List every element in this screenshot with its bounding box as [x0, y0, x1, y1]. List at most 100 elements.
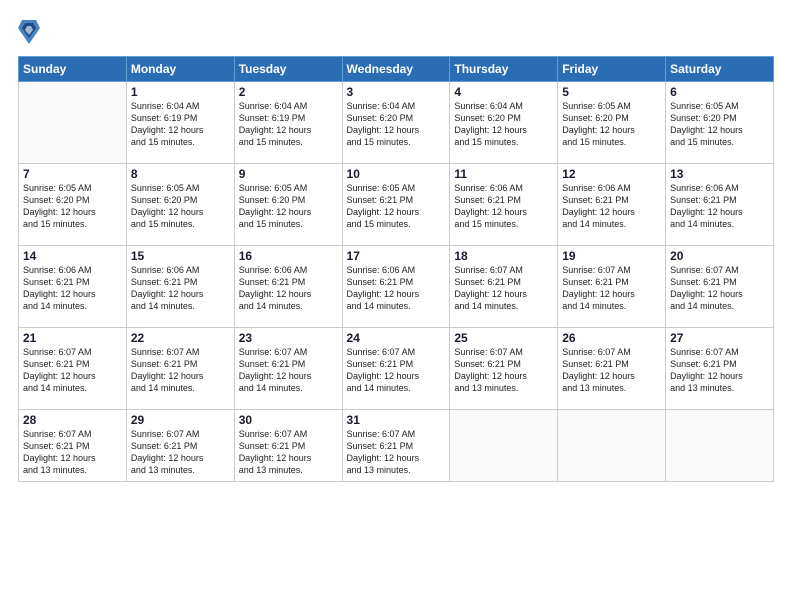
- calendar-cell: 31Sunrise: 6:07 AMSunset: 6:21 PMDayligh…: [342, 410, 450, 482]
- day-info: Sunrise: 6:07 AMSunset: 6:21 PMDaylight:…: [239, 346, 338, 395]
- weekday-header-wednesday: Wednesday: [342, 57, 450, 82]
- day-number: 17: [347, 249, 446, 263]
- day-info: Sunrise: 6:04 AMSunset: 6:20 PMDaylight:…: [454, 100, 553, 149]
- calendar-cell: 7Sunrise: 6:05 AMSunset: 6:20 PMDaylight…: [19, 164, 127, 246]
- day-info: Sunrise: 6:05 AMSunset: 6:20 PMDaylight:…: [239, 182, 338, 231]
- calendar-cell: 28Sunrise: 6:07 AMSunset: 6:21 PMDayligh…: [19, 410, 127, 482]
- day-info: Sunrise: 6:07 AMSunset: 6:21 PMDaylight:…: [347, 428, 446, 477]
- day-number: 6: [670, 85, 769, 99]
- day-info: Sunrise: 6:05 AMSunset: 6:21 PMDaylight:…: [347, 182, 446, 231]
- day-number: 20: [670, 249, 769, 263]
- day-info: Sunrise: 6:06 AMSunset: 6:21 PMDaylight:…: [347, 264, 446, 313]
- calendar-cell: 22Sunrise: 6:07 AMSunset: 6:21 PMDayligh…: [126, 328, 234, 410]
- day-info: Sunrise: 6:05 AMSunset: 6:20 PMDaylight:…: [562, 100, 661, 149]
- calendar-cell: 25Sunrise: 6:07 AMSunset: 6:21 PMDayligh…: [450, 328, 558, 410]
- calendar-cell: 9Sunrise: 6:05 AMSunset: 6:20 PMDaylight…: [234, 164, 342, 246]
- calendar-cell: 27Sunrise: 6:07 AMSunset: 6:21 PMDayligh…: [666, 328, 774, 410]
- calendar-cell: 15Sunrise: 6:06 AMSunset: 6:21 PMDayligh…: [126, 246, 234, 328]
- calendar-cell: 26Sunrise: 6:07 AMSunset: 6:21 PMDayligh…: [558, 328, 666, 410]
- day-number: 24: [347, 331, 446, 345]
- day-info: Sunrise: 6:07 AMSunset: 6:21 PMDaylight:…: [454, 264, 553, 313]
- day-number: 14: [23, 249, 122, 263]
- week-row-5: 28Sunrise: 6:07 AMSunset: 6:21 PMDayligh…: [19, 410, 774, 482]
- logo-icon: [18, 18, 40, 46]
- calendar-cell: 1Sunrise: 6:04 AMSunset: 6:19 PMDaylight…: [126, 82, 234, 164]
- calendar-cell: [450, 410, 558, 482]
- day-number: 21: [23, 331, 122, 345]
- calendar-cell: 10Sunrise: 6:05 AMSunset: 6:21 PMDayligh…: [342, 164, 450, 246]
- calendar-cell: 24Sunrise: 6:07 AMSunset: 6:21 PMDayligh…: [342, 328, 450, 410]
- day-number: 1: [131, 85, 230, 99]
- calendar-cell: 18Sunrise: 6:07 AMSunset: 6:21 PMDayligh…: [450, 246, 558, 328]
- calendar-cell: 11Sunrise: 6:06 AMSunset: 6:21 PMDayligh…: [450, 164, 558, 246]
- day-info: Sunrise: 6:07 AMSunset: 6:21 PMDaylight:…: [562, 346, 661, 395]
- day-info: Sunrise: 6:06 AMSunset: 6:21 PMDaylight:…: [131, 264, 230, 313]
- day-number: 31: [347, 413, 446, 427]
- day-info: Sunrise: 6:05 AMSunset: 6:20 PMDaylight:…: [23, 182, 122, 231]
- day-number: 13: [670, 167, 769, 181]
- day-number: 26: [562, 331, 661, 345]
- day-number: 30: [239, 413, 338, 427]
- day-info: Sunrise: 6:06 AMSunset: 6:21 PMDaylight:…: [23, 264, 122, 313]
- header: [18, 18, 774, 46]
- day-info: Sunrise: 6:04 AMSunset: 6:20 PMDaylight:…: [347, 100, 446, 149]
- day-info: Sunrise: 6:06 AMSunset: 6:21 PMDaylight:…: [670, 182, 769, 231]
- week-row-4: 21Sunrise: 6:07 AMSunset: 6:21 PMDayligh…: [19, 328, 774, 410]
- week-row-2: 7Sunrise: 6:05 AMSunset: 6:20 PMDaylight…: [19, 164, 774, 246]
- weekday-header-saturday: Saturday: [666, 57, 774, 82]
- day-number: 28: [23, 413, 122, 427]
- day-info: Sunrise: 6:07 AMSunset: 6:21 PMDaylight:…: [670, 346, 769, 395]
- calendar-cell: 23Sunrise: 6:07 AMSunset: 6:21 PMDayligh…: [234, 328, 342, 410]
- day-number: 10: [347, 167, 446, 181]
- weekday-header-monday: Monday: [126, 57, 234, 82]
- day-info: Sunrise: 6:07 AMSunset: 6:21 PMDaylight:…: [347, 346, 446, 395]
- day-number: 11: [454, 167, 553, 181]
- calendar-cell: 14Sunrise: 6:06 AMSunset: 6:21 PMDayligh…: [19, 246, 127, 328]
- weekday-header-row: SundayMondayTuesdayWednesdayThursdayFrid…: [19, 57, 774, 82]
- calendar-cell: 3Sunrise: 6:04 AMSunset: 6:20 PMDaylight…: [342, 82, 450, 164]
- week-row-1: 1Sunrise: 6:04 AMSunset: 6:19 PMDaylight…: [19, 82, 774, 164]
- day-number: 29: [131, 413, 230, 427]
- day-number: 22: [131, 331, 230, 345]
- calendar-cell: 4Sunrise: 6:04 AMSunset: 6:20 PMDaylight…: [450, 82, 558, 164]
- calendar-cell: 29Sunrise: 6:07 AMSunset: 6:21 PMDayligh…: [126, 410, 234, 482]
- day-number: 7: [23, 167, 122, 181]
- calendar-cell: [666, 410, 774, 482]
- calendar-cell: 17Sunrise: 6:06 AMSunset: 6:21 PMDayligh…: [342, 246, 450, 328]
- day-info: Sunrise: 6:07 AMSunset: 6:21 PMDaylight:…: [23, 346, 122, 395]
- logo: [18, 18, 44, 46]
- day-info: Sunrise: 6:07 AMSunset: 6:21 PMDaylight:…: [131, 346, 230, 395]
- day-number: 23: [239, 331, 338, 345]
- day-info: Sunrise: 6:06 AMSunset: 6:21 PMDaylight:…: [239, 264, 338, 313]
- day-info: Sunrise: 6:07 AMSunset: 6:21 PMDaylight:…: [670, 264, 769, 313]
- day-number: 9: [239, 167, 338, 181]
- day-number: 19: [562, 249, 661, 263]
- week-row-3: 14Sunrise: 6:06 AMSunset: 6:21 PMDayligh…: [19, 246, 774, 328]
- weekday-header-sunday: Sunday: [19, 57, 127, 82]
- calendar-cell: 16Sunrise: 6:06 AMSunset: 6:21 PMDayligh…: [234, 246, 342, 328]
- day-number: 8: [131, 167, 230, 181]
- calendar-cell: [558, 410, 666, 482]
- weekday-header-thursday: Thursday: [450, 57, 558, 82]
- calendar-cell: 19Sunrise: 6:07 AMSunset: 6:21 PMDayligh…: [558, 246, 666, 328]
- page: SundayMondayTuesdayWednesdayThursdayFrid…: [0, 0, 792, 612]
- day-info: Sunrise: 6:07 AMSunset: 6:21 PMDaylight:…: [23, 428, 122, 477]
- weekday-header-friday: Friday: [558, 57, 666, 82]
- day-number: 16: [239, 249, 338, 263]
- day-info: Sunrise: 6:04 AMSunset: 6:19 PMDaylight:…: [239, 100, 338, 149]
- calendar-cell: 2Sunrise: 6:04 AMSunset: 6:19 PMDaylight…: [234, 82, 342, 164]
- calendar-table: SundayMondayTuesdayWednesdayThursdayFrid…: [18, 56, 774, 482]
- day-info: Sunrise: 6:07 AMSunset: 6:21 PMDaylight:…: [239, 428, 338, 477]
- day-number: 12: [562, 167, 661, 181]
- day-info: Sunrise: 6:06 AMSunset: 6:21 PMDaylight:…: [454, 182, 553, 231]
- day-info: Sunrise: 6:05 AMSunset: 6:20 PMDaylight:…: [131, 182, 230, 231]
- day-number: 25: [454, 331, 553, 345]
- calendar-cell: 20Sunrise: 6:07 AMSunset: 6:21 PMDayligh…: [666, 246, 774, 328]
- day-number: 3: [347, 85, 446, 99]
- calendar-cell: 5Sunrise: 6:05 AMSunset: 6:20 PMDaylight…: [558, 82, 666, 164]
- calendar-cell: 12Sunrise: 6:06 AMSunset: 6:21 PMDayligh…: [558, 164, 666, 246]
- calendar-cell: 30Sunrise: 6:07 AMSunset: 6:21 PMDayligh…: [234, 410, 342, 482]
- day-info: Sunrise: 6:06 AMSunset: 6:21 PMDaylight:…: [562, 182, 661, 231]
- calendar-cell: 21Sunrise: 6:07 AMSunset: 6:21 PMDayligh…: [19, 328, 127, 410]
- day-info: Sunrise: 6:04 AMSunset: 6:19 PMDaylight:…: [131, 100, 230, 149]
